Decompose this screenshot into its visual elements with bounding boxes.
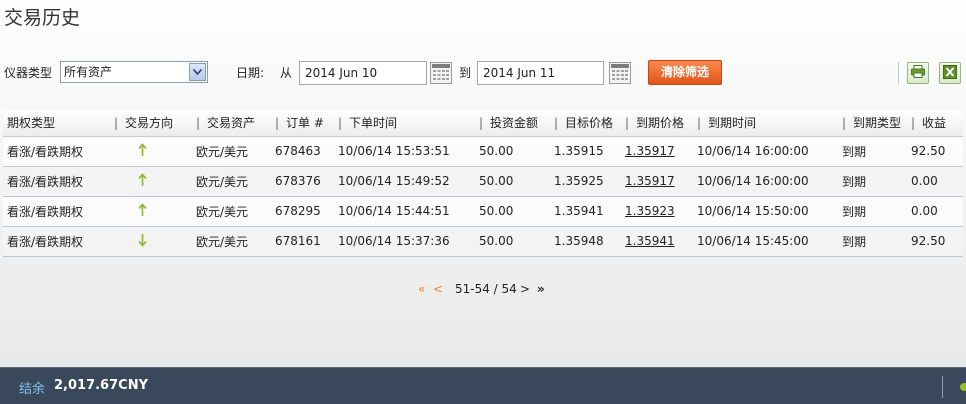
last-page-link[interactable]: » <box>537 282 545 296</box>
column-header[interactable]: | 下单时间 <box>334 110 475 137</box>
table-header-row: 期权类型 | 交易方向 | 交易资产 | 订单 # | 下单时间 | 投资金额 | 目标价格… <box>3 110 963 137</box>
table-row: 看涨/看跌期权 欧元/美元 678161 10/06/14 15:37:36 5… <box>3 226 963 257</box>
column-header[interactable]: 期权类型 <box>3 110 110 137</box>
balance-label: 结余 <box>19 382 46 397</box>
column-header[interactable]: | 到期时间 <box>693 110 838 137</box>
cell-expiry-time: 10/06/14 16:00:00 <box>693 136 838 167</box>
cell-target-price: 1.35948 <box>550 226 621 257</box>
from-label: 从 <box>280 66 293 80</box>
cell-amount: 50.00 <box>475 196 550 227</box>
column-header[interactable]: | 投资金额 <box>475 110 550 137</box>
arrow-down-icon <box>138 233 147 250</box>
table-row: 看涨/看跌期权 欧元/美元 678295 10/06/14 15:44:51 5… <box>3 196 963 227</box>
arrow-up-icon <box>138 202 147 220</box>
prev-page-link[interactable]: < <box>433 282 443 296</box>
date-label: 日期: <box>236 66 265 80</box>
column-header[interactable]: | 到期价格 <box>621 110 693 137</box>
page-title: 交易历史 <box>4 7 81 29</box>
cell-profit: 92.50 <box>907 136 963 167</box>
cell-amount: 50.00 <box>475 226 550 257</box>
column-header[interactable]: | 收益 <box>907 110 963 137</box>
asset-type-value: 所有资产 <box>64 65 113 79</box>
cell-target-price: 1.35925 <box>550 166 621 197</box>
cell-order-time: 10/06/14 15:37:36 <box>334 226 475 257</box>
cell-profit: 0.00 <box>907 196 963 227</box>
cell-target-price: 1.35915 <box>550 136 621 167</box>
cell-option-type: 看涨/看跌期权 <box>3 166 110 197</box>
cell-option-type: 看涨/看跌期权 <box>3 196 110 227</box>
cell-order: 678376 <box>271 166 334 197</box>
expiry-price-link[interactable]: 1.35941 <box>625 234 675 248</box>
cell-order: 678295 <box>271 196 334 227</box>
cell-amount: 50.00 <box>475 166 550 197</box>
cell-order: 678161 <box>271 226 334 257</box>
trade-history-table: 期权类型 | 交易方向 | 交易资产 | 订单 # | 下单时间 | 投资金额 | 目标价格… <box>3 110 963 257</box>
cell-expiry-time: 10/06/14 15:50:00 <box>693 196 838 227</box>
clear-filter-button[interactable]: 清除筛选 <box>648 60 722 85</box>
expiry-price-link[interactable]: 1.35923 <box>625 204 675 218</box>
filter-bar: 仪器类型 所有资产 日期: 从 2014 Jun 10 到 2014 Jun 1… <box>4 60 966 85</box>
balance-value: 2,017.67CNY <box>54 378 148 393</box>
page-range: 51-54 / 54 <box>455 282 517 296</box>
arrow-up-icon <box>138 172 147 190</box>
balance-footer: 结余 2,017.67CNY <box>0 367 966 404</box>
table-row: 看涨/看跌期权 欧元/美元 678463 10/06/14 15:53:51 5… <box>3 136 963 167</box>
cell-amount: 50.00 <box>475 136 550 167</box>
export-excel-button[interactable] <box>939 62 961 84</box>
column-header[interactable]: | 交易方向 <box>110 110 192 137</box>
pagination: « < 51-54 / 54 > » <box>0 282 966 298</box>
to-label: 到 <box>459 66 472 80</box>
column-header[interactable]: | 到期类型 <box>838 110 907 137</box>
to-date-input[interactable]: 2014 Jun 11 <box>477 61 604 85</box>
expiry-price-link[interactable]: 1.35917 <box>625 144 675 158</box>
cell-profit: 92.50 <box>907 226 963 257</box>
first-page-link[interactable]: « <box>418 282 425 296</box>
cell-order-time: 10/06/14 15:44:51 <box>334 196 475 227</box>
from-date-input[interactable]: 2014 Jun 10 <box>299 61 427 85</box>
cell-target-price: 1.35941 <box>550 196 621 227</box>
cell-profit: 0.00 <box>907 166 963 197</box>
table-row: 看涨/看跌期权 欧元/美元 678376 10/06/14 15:49:52 5… <box>3 166 963 197</box>
excel-icon <box>943 64 957 82</box>
print-button[interactable] <box>907 62 929 84</box>
column-header[interactable]: | 订单 # <box>271 110 334 137</box>
calendar-icon[interactable] <box>609 62 631 84</box>
cell-asset: 欧元/美元 <box>192 136 271 167</box>
cell-expiry-time: 10/06/14 15:45:00 <box>693 226 838 257</box>
cell-asset: 欧元/美元 <box>192 166 271 197</box>
column-header[interactable]: | 目标价格 <box>550 110 621 137</box>
arrow-up-icon <box>138 142 147 160</box>
cell-expiry-type: 到期 <box>838 226 907 257</box>
cell-asset: 欧元/美元 <box>192 226 271 257</box>
calendar-icon[interactable] <box>430 62 452 84</box>
status-dot-icon <box>960 383 966 391</box>
chevron-down-icon[interactable] <box>189 63 206 81</box>
cell-expiry-type: 到期 <box>838 196 907 227</box>
cell-option-type: 看涨/看跌期权 <box>3 226 110 257</box>
printer-icon <box>911 65 925 81</box>
expiry-price-link[interactable]: 1.35917 <box>625 174 675 188</box>
cell-order: 678463 <box>271 136 334 167</box>
asset-type-label: 仪器类型 <box>4 66 53 80</box>
cell-expiry-type: 到期 <box>838 166 907 197</box>
cell-expiry-time: 10/06/14 16:00:00 <box>693 166 838 197</box>
toolbar-divider <box>898 62 899 84</box>
column-header[interactable]: | 交易资产 <box>192 110 271 137</box>
cell-asset: 欧元/美元 <box>192 196 271 227</box>
footer-divider <box>942 376 943 398</box>
asset-type-select[interactable]: 所有资产 <box>60 61 208 83</box>
cell-order-time: 10/06/14 15:49:52 <box>334 166 475 197</box>
next-page-link[interactable]: > <box>520 282 530 296</box>
cell-order-time: 10/06/14 15:53:51 <box>334 136 475 167</box>
cell-option-type: 看涨/看跌期权 <box>3 136 110 167</box>
cell-expiry-type: 到期 <box>838 136 907 167</box>
